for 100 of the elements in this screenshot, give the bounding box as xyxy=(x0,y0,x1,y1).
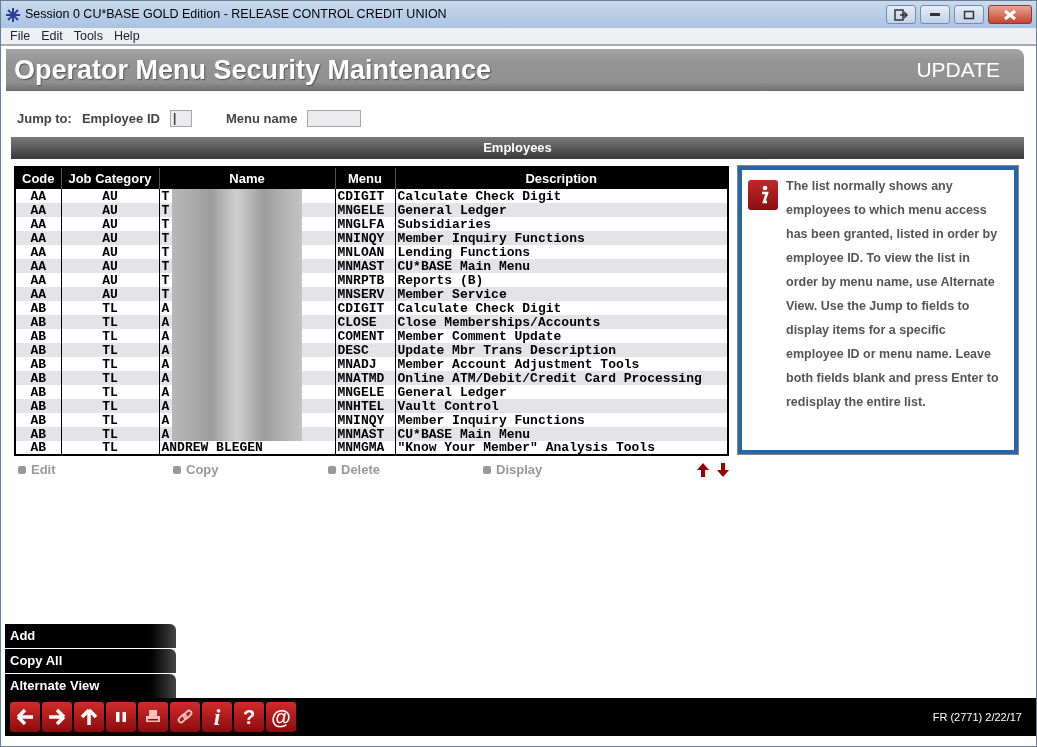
table-cell: T xyxy=(161,244,170,260)
table-cell: AB xyxy=(30,412,47,428)
column-header: Description xyxy=(395,167,728,189)
table-cell: CU*BASE Main Menu xyxy=(397,426,531,442)
input-field[interactable] xyxy=(307,110,362,127)
table-cell: MNGELE xyxy=(337,202,385,218)
table-cell: General Ledger xyxy=(397,384,507,400)
mode-label: UPDATE xyxy=(916,57,1000,84)
table-cell: AB xyxy=(30,314,47,330)
table-cell: TL xyxy=(102,328,118,344)
table-cell: AU xyxy=(102,230,118,246)
table-cell: Calculate Check Digit xyxy=(397,300,562,316)
arrow-down-icon[interactable] xyxy=(715,461,731,478)
table-cell: TL xyxy=(102,356,118,372)
table-cell: Calculate Check Digit xyxy=(397,188,562,204)
back-button[interactable] xyxy=(10,702,40,732)
back-arrow-icon xyxy=(15,707,35,727)
table-cell: MNRPTB xyxy=(337,272,385,288)
table-cell: Lending Functions xyxy=(397,244,531,260)
column-header: Name xyxy=(159,167,335,189)
table-cell: DESC xyxy=(337,342,369,358)
link-button[interactable] xyxy=(170,702,200,732)
table-cell: A xyxy=(161,300,170,316)
column-header: Code xyxy=(15,167,61,189)
table-cell: A xyxy=(161,314,170,330)
table-cell: A xyxy=(161,398,170,414)
table-cell: AA xyxy=(30,202,47,218)
table-cell: T xyxy=(161,258,170,274)
table-cell: AA xyxy=(30,230,47,246)
table-cell: AU xyxy=(102,258,118,274)
minimize-icon xyxy=(930,13,940,16)
input-field[interactable]: | xyxy=(169,110,192,127)
table-cell: AA xyxy=(30,272,47,288)
menu-item[interactable]: Tools xyxy=(68,28,109,44)
menu-item[interactable]: File xyxy=(5,28,37,44)
table-cell: Member Account Adjustment Tools xyxy=(397,356,640,372)
table-cell: AA xyxy=(30,216,47,232)
table-cell: MNINQY xyxy=(337,230,385,246)
table-cell: T xyxy=(161,230,170,246)
table-cell: CDIGIT xyxy=(337,300,385,316)
table-cell: Vault Control xyxy=(397,398,499,414)
window-title: Session 0 CU*BASE GOLD Edition - RELEASE CONTROL CREDIT UNION xyxy=(25,6,447,24)
table-cell: CLOSE xyxy=(337,314,377,330)
field-label: Employee ID xyxy=(81,109,160,128)
exit-icon xyxy=(894,8,908,21)
table-cell: TL xyxy=(102,370,118,386)
exit-button[interactable] xyxy=(886,5,916,24)
info-text: The list normally shows any employees to which menu access has been granted, listed in order by employee ID. To view the list in order by menu name, use Alternate View. Use the Jump to fields to display items for a specific employee ID or menu name. Leave both fields blank and press Enter to redisplay the entire list. xyxy=(786,178,1000,411)
table-cell: AB xyxy=(30,384,47,400)
close-button[interactable] xyxy=(988,5,1032,24)
table-cell: A xyxy=(161,342,170,358)
forward-arrow-icon xyxy=(47,707,67,727)
table-cell: "Know Your Member" Analysis Tools xyxy=(397,440,655,455)
toolbar-button[interactable]: @ xyxy=(266,702,296,732)
table-cell: TL xyxy=(102,314,118,330)
toolbar-button[interactable]: ? xyxy=(234,702,264,732)
table-cell: T xyxy=(161,286,170,302)
table-cell: AU xyxy=(102,272,118,288)
arrow-up-icon[interactable] xyxy=(695,461,711,478)
table-cell: Online ATM/Debit/Credit Card Processing xyxy=(397,370,702,386)
field-label: Menu name xyxy=(225,109,298,128)
table-cell: Member Comment Update xyxy=(397,328,562,344)
table-cell: MNLOAN xyxy=(337,244,385,260)
column-header: Menu xyxy=(335,167,395,189)
table-cell: TL xyxy=(102,398,118,414)
table-cell: Member Inquiry Functions xyxy=(397,230,585,246)
maximize-button[interactable] xyxy=(954,5,984,24)
table-cell: A xyxy=(161,356,170,372)
table-cell: Member Inquiry Functions xyxy=(397,412,585,428)
table-cell: MNINQY xyxy=(337,412,385,428)
pause-button[interactable] xyxy=(106,702,136,732)
print-button[interactable] xyxy=(138,702,168,732)
command-button[interactable]: Add xyxy=(5,624,176,648)
column-header: Job Category xyxy=(61,167,159,189)
table-cell: AU xyxy=(102,244,118,260)
menu-item[interactable]: Edit xyxy=(36,28,69,44)
table-cell: A xyxy=(161,370,170,386)
table-cell: AB xyxy=(30,342,47,358)
table-cell: TL xyxy=(102,384,118,400)
jump-label: Jump to: xyxy=(17,109,72,128)
forward-button[interactable] xyxy=(42,702,72,732)
table-cell: AA xyxy=(30,244,47,260)
table-cell: A xyxy=(161,384,170,400)
command-button[interactable]: Alternate View xyxy=(5,674,176,698)
table-cell: Close Memberships/Accounts xyxy=(397,314,601,330)
table-cell: CDIGIT xyxy=(337,188,385,204)
toolbar-button[interactable]: i xyxy=(202,702,232,732)
table-cell: AA xyxy=(30,286,47,302)
table-cell: AU xyxy=(102,286,118,302)
table-cell: CU*BASE Main Menu xyxy=(397,258,531,274)
table-cell: COMENT xyxy=(337,328,385,344)
table-cell: A xyxy=(161,328,170,344)
maximize-icon xyxy=(963,9,975,20)
app-icon xyxy=(5,6,21,23)
command-button[interactable]: Copy All xyxy=(5,649,176,673)
minimize-button[interactable] xyxy=(920,5,950,24)
up-button[interactable] xyxy=(74,702,104,732)
menu-item[interactable]: Help xyxy=(108,28,146,44)
table-cell: AB xyxy=(30,300,47,316)
table-cell: Reports (B) xyxy=(397,272,484,288)
